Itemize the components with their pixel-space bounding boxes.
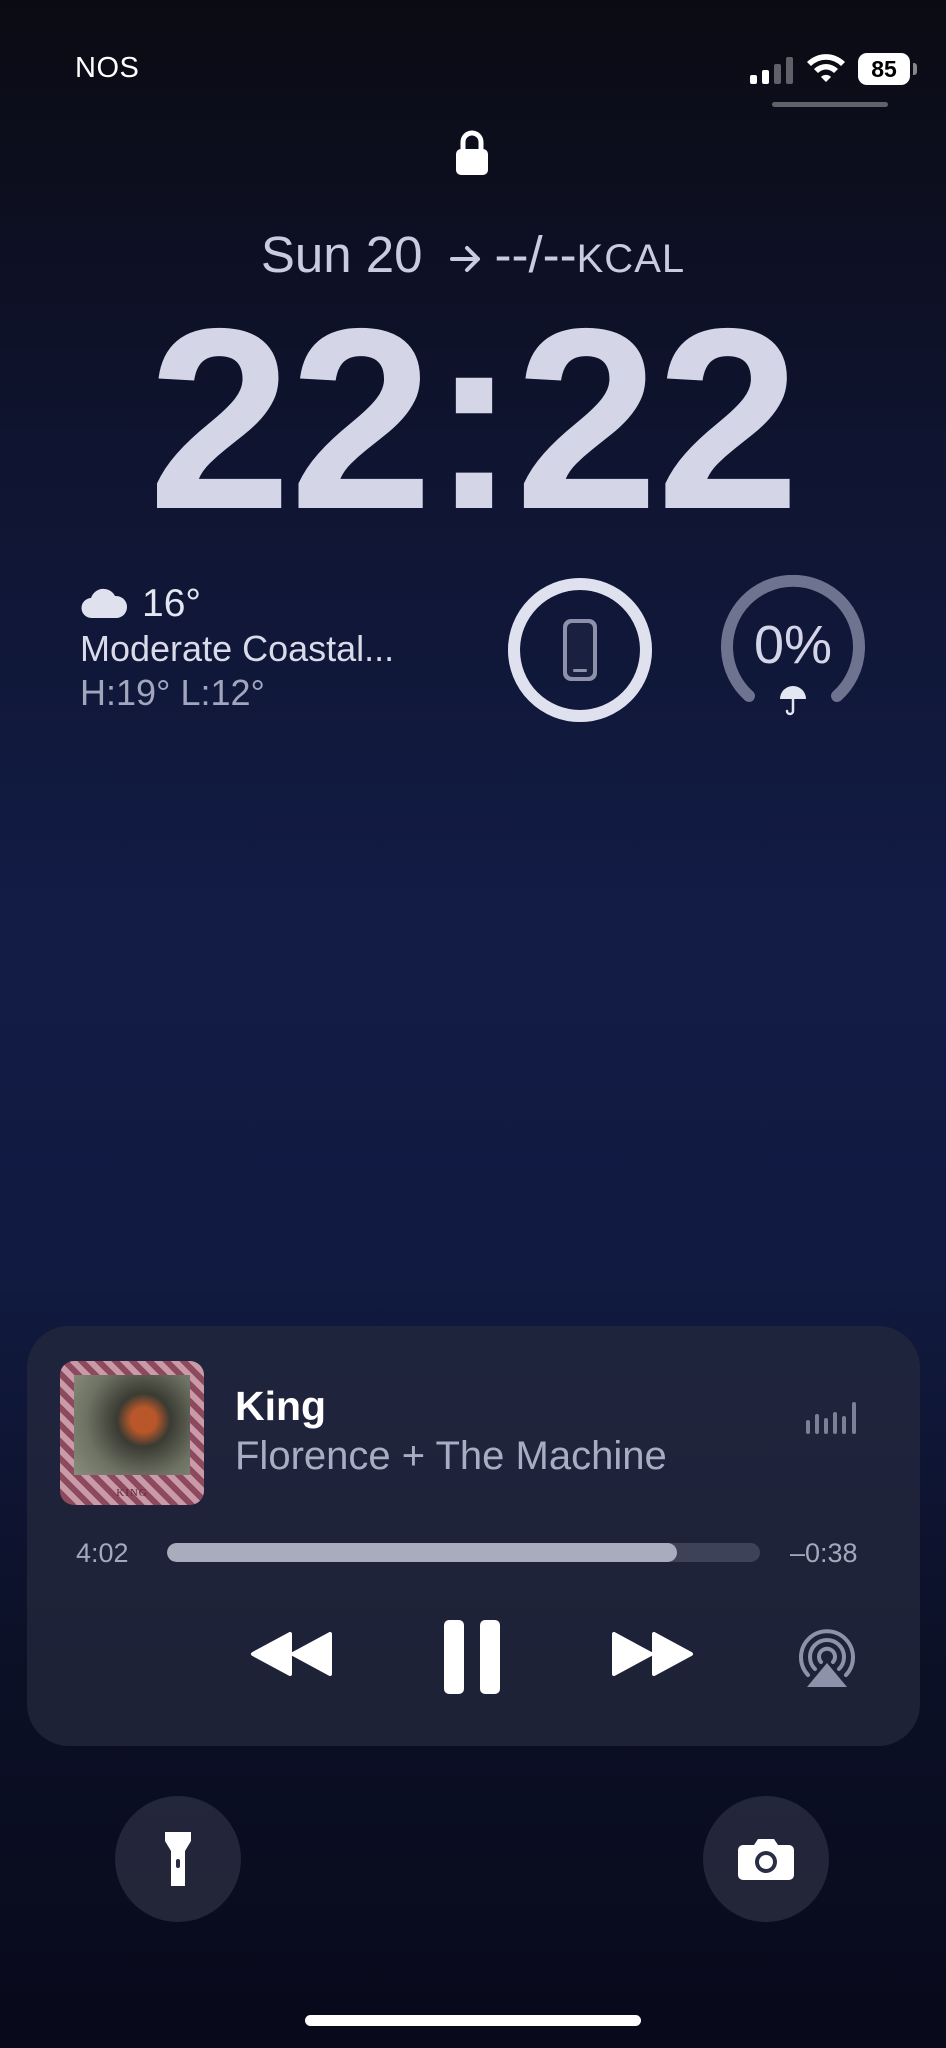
- airplay-icon[interactable]: [794, 1625, 860, 1689]
- song-title: King: [235, 1383, 327, 1429]
- pause-icon[interactable]: [442, 1618, 502, 1696]
- song-artist: Florence + The Machine: [235, 1434, 667, 1478]
- signal-bar: [750, 75, 757, 84]
- signal-bar: [762, 70, 769, 84]
- battery-nub: [913, 63, 917, 75]
- playback-scrubber[interactable]: [167, 1543, 760, 1562]
- battery-level: 85: [858, 53, 910, 85]
- battery-icon: 85: [858, 53, 918, 85]
- elapsed-time: 4:02: [76, 1538, 129, 1568]
- weather-condition: Moderate Coastal...: [80, 628, 395, 669]
- signal-bar: [774, 64, 781, 84]
- iphone-icon: [563, 619, 597, 681]
- album-art-photo: [74, 1375, 190, 1475]
- lock-screen-clock[interactable]: 22:22: [0, 290, 946, 548]
- flashlight-button[interactable]: [115, 1796, 241, 1922]
- cloud-icon: [81, 588, 128, 619]
- carrier-name: NOS: [75, 52, 140, 84]
- flashlight-icon: [165, 1832, 191, 1886]
- lock-icon: [456, 130, 488, 175]
- signal-bar: [786, 57, 793, 84]
- camera-button[interactable]: [703, 1796, 829, 1922]
- camera-icon: [738, 1839, 794, 1880]
- audio-waveform-icon: [806, 1400, 858, 1434]
- weather-high-low: H:19° L:12°: [80, 672, 265, 713]
- album-art[interactable]: KING: [60, 1361, 204, 1505]
- battery-ring-widget[interactable]: [505, 575, 655, 725]
- weather-temperature: 16°: [142, 582, 201, 625]
- arrow-right-icon: [449, 245, 480, 272]
- album-art-caption: KING: [116, 1487, 148, 1499]
- cellular-signal-icon: [750, 56, 794, 84]
- home-indicator[interactable]: [305, 2015, 641, 2026]
- control-center-grabber[interactable]: [772, 102, 888, 107]
- remaining-time: –0:38: [790, 1538, 858, 1568]
- playback-progress-fill: [167, 1543, 677, 1562]
- fast-forward-icon[interactable]: [610, 1630, 694, 1678]
- rain-chance-value: 0%: [753, 615, 833, 675]
- umbrella-icon: [780, 686, 806, 716]
- wifi-icon: [807, 54, 845, 82]
- weather-widget-header[interactable]: 16°: [80, 582, 201, 626]
- rewind-icon[interactable]: [250, 1630, 334, 1678]
